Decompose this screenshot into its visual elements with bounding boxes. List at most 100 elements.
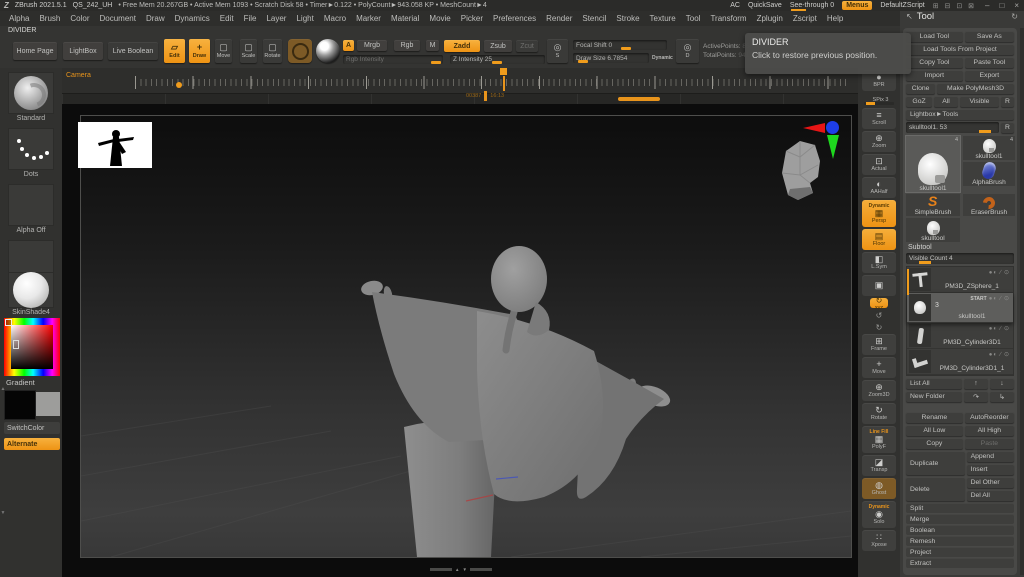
polypaint-icons[interactable]: ●◐ [989, 326, 998, 332]
move-out-folder-button[interactable]: ↷ [964, 391, 988, 402]
right-shelf-button[interactable]: ⊡ Actual [862, 154, 896, 175]
secondary-color-swatch[interactable] [36, 392, 60, 416]
subtool-thumbnail[interactable] [909, 268, 931, 291]
load-tools-from-project-button[interactable]: Load Tools From Project [906, 44, 1014, 55]
insert-button[interactable]: Insert [967, 464, 1014, 475]
slider-handle[interactable] [919, 261, 931, 264]
main-color-swatch[interactable] [4, 390, 36, 420]
menus-button[interactable]: Menus [842, 1, 872, 10]
menu-item[interactable]: Brush [34, 14, 65, 23]
eye-icon[interactable]: ⊙ [1004, 295, 1010, 302]
playhead-marker[interactable] [500, 68, 507, 75]
menu-item[interactable]: File [239, 14, 262, 23]
menu-item[interactable]: Preferences [488, 14, 541, 23]
new-folder-button[interactable]: New Folder [906, 391, 962, 402]
slider-handle[interactable] [621, 47, 631, 50]
autoreorder-button[interactable]: AutoReorder [965, 412, 1014, 423]
playhead-line[interactable] [503, 76, 505, 91]
append-button[interactable]: Append [967, 451, 1014, 462]
timeline[interactable]: Camera [62, 68, 858, 93]
saturation-cursor[interactable] [13, 340, 19, 349]
bottom-tray-divider[interactable]: ▲▼ [430, 566, 496, 573]
subtool-subsection[interactable]: Split [906, 503, 1014, 513]
menu-item[interactable]: Material [386, 14, 424, 23]
export-button[interactable]: Export [965, 70, 1014, 81]
timeline-ruler[interactable] [135, 74, 850, 90]
panel-scrollbar[interactable] [1020, 28, 1024, 575]
move-up-button[interactable]: ↑ [964, 378, 988, 389]
rgb-intensity-slider[interactable]: Rgb Intensity [343, 55, 443, 64]
menu-item[interactable]: Zscript [788, 14, 822, 23]
interface-toggle-icons[interactable]: ⊞ ⊟ ⊡ ⊠ [933, 2, 976, 10]
menu-item[interactable]: Marker [351, 14, 386, 23]
menu-item[interactable]: Dynamics [170, 14, 215, 23]
subtool-item[interactable]: ●◐ ∕ ⊙ PM3D_Cylinder3D1 [907, 323, 1013, 349]
menu-item[interactable]: Macro [319, 14, 351, 23]
menu-item[interactable]: Picker [456, 14, 488, 23]
menu-item[interactable]: Render [541, 14, 577, 23]
slider-handle[interactable] [578, 60, 588, 63]
quicksave-button[interactable]: QuickSave [748, 2, 782, 9]
current-brush-button[interactable] [288, 39, 312, 63]
stroke-type-button[interactable]: ◎ S [547, 39, 568, 63]
canvas-area[interactable]: Camera 0038716:13 [62, 68, 858, 577]
tool-thumbnail[interactable]: skulltool1 4 [963, 136, 1015, 160]
ac-toggle[interactable]: AC [730, 2, 740, 9]
right-shelf-button[interactable]: Dynamic ▦ Persp [862, 200, 896, 227]
lightbox-button[interactable]: LightBox [63, 42, 103, 60]
slider-handle[interactable] [492, 61, 502, 64]
rename-button[interactable]: Rename [906, 412, 963, 423]
close-button[interactable]: × [1013, 1, 1020, 10]
right-shelf-button[interactable]: ∷ Xpose [862, 530, 896, 551]
delete-button[interactable]: Delete [906, 477, 965, 501]
default-zscript-button[interactable]: DefaultZScript [880, 2, 924, 9]
menu-item[interactable]: Tool [681, 14, 706, 23]
paste-subtool-button[interactable]: Paste [965, 438, 1014, 449]
menu-item[interactable]: Help [822, 14, 848, 23]
zsub-button[interactable]: Zsub [484, 40, 512, 52]
timeline-keyframe-dot[interactable] [176, 82, 182, 88]
brush-slot[interactable]: Standard [8, 72, 54, 122]
camera-track-label[interactable]: Camera [66, 72, 91, 79]
tool-thumbnail[interactable]: skulltool1 4 [906, 136, 960, 192]
right-shelf-button[interactable]: ↻ Rotate [862, 403, 896, 424]
color-picker[interactable] [4, 318, 60, 376]
import-button[interactable]: Import [906, 70, 963, 81]
visible-count-slider[interactable]: Visible Count 4 [906, 253, 1014, 264]
menu-item[interactable]: Stroke [611, 14, 644, 23]
subtool-subsection[interactable]: Merge [906, 514, 1014, 524]
eye-icon[interactable]: ⊙ [1004, 325, 1010, 332]
material-slot[interactable]: SkinShade4 [8, 272, 54, 316]
subtool-scrollbar[interactable] [907, 269, 909, 295]
dynamic-label[interactable]: Dynamic [652, 55, 673, 61]
home-page-button[interactable]: Home Page [13, 42, 57, 60]
eye-icon[interactable]: ⊙ [1004, 351, 1010, 358]
right-shelf-button[interactable]: ↻ xyz [870, 298, 888, 308]
brush-toggle-icon[interactable]: ∕ [1000, 296, 1002, 302]
maximize-button[interactable]: □ [998, 1, 1005, 10]
paste-tool-button[interactable]: Paste Tool [965, 57, 1014, 68]
subtool-thumbnail[interactable] [909, 294, 931, 321]
refresh-icon[interactable]: ↻ [1011, 12, 1018, 21]
move-mode-button[interactable]: ▢ Move [215, 39, 232, 63]
alpha-channel-badge[interactable]: A [343, 40, 354, 51]
make-polymesh3d-button[interactable]: Make PolyMesh3D [937, 83, 1014, 94]
rotate-mode-button[interactable]: ▢ Rotate [263, 39, 282, 63]
m-button[interactable]: M [426, 40, 439, 51]
see-through-slider[interactable]: See-through 0 [790, 2, 834, 9]
subtool-subsection[interactable]: Extract [906, 558, 1014, 568]
right-shelf-button[interactable]: ⊕ Zoom [862, 131, 896, 152]
slider-handle[interactable] [431, 61, 441, 64]
copy-tool-button[interactable]: Copy Tool [906, 57, 963, 68]
rgb-button[interactable]: Rgb [394, 40, 420, 51]
right-shelf-button[interactable]: Line Fill ▦ PolyF [862, 426, 896, 453]
menu-item[interactable]: Layer [261, 14, 291, 23]
current-material-button[interactable] [316, 39, 340, 63]
minimize-button[interactable]: – [984, 1, 990, 10]
right-shelf-button[interactable]: ⊕ Zoom3D [862, 380, 896, 401]
del-all-button[interactable]: Del All [967, 490, 1014, 501]
brush-toggle-icon[interactable]: ∕ [1000, 352, 1002, 358]
axis-x-icon[interactable] [803, 123, 825, 133]
tool-thumbnail[interactable]: skulltool [906, 218, 960, 242]
save-as-button[interactable]: Save As [965, 31, 1014, 42]
